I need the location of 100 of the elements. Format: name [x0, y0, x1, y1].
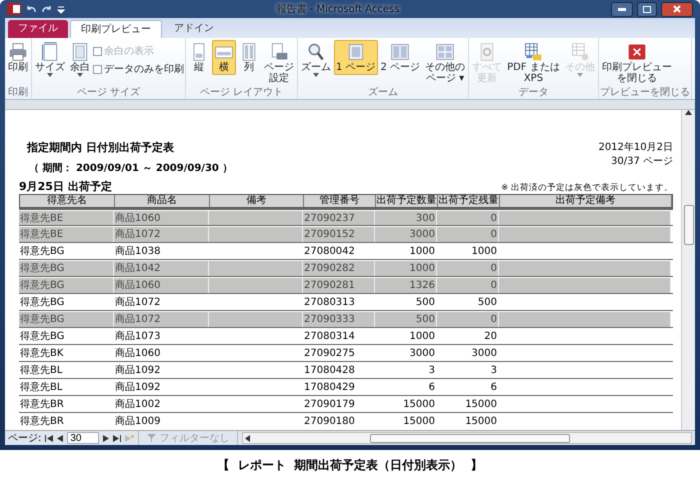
- table-cell-text: 得意先BR: [19, 414, 65, 429]
- ribbon-button[interactable]: 縦: [187, 40, 211, 75]
- table-cell-text: 商品1002: [114, 398, 162, 412]
- scroll-thumb[interactable]: [684, 205, 694, 245]
- ribbon-button[interactable]: 余白: [68, 40, 92, 79]
- ribbon-button[interactable]: 列: [237, 40, 261, 75]
- table-cell: 得意先BG: [19, 312, 114, 327]
- scroll-thumb[interactable]: [370, 434, 570, 442]
- table-cell: 商品1060: [114, 278, 209, 293]
- report-date: 2012年10月2日: [598, 141, 673, 154]
- table-cell: 27090282: [303, 261, 375, 276]
- legend-note: ※ 出荷済の予定は灰色で表示しています。: [501, 182, 673, 194]
- table-cell-text: 15000: [464, 398, 498, 412]
- column-header: 管理番号: [304, 195, 376, 207]
- table-cell-text: 1000: [408, 245, 436, 259]
- scroll-left-icon[interactable]: [245, 434, 250, 442]
- ribbon-button[interactable]: 1 ページ: [334, 40, 378, 75]
- close-button[interactable]: [661, 2, 693, 16]
- ribbon-button[interactable]: 2 ページ: [378, 40, 422, 75]
- next-page-icon[interactable]: [103, 434, 110, 442]
- table-cell-text: 27080042: [303, 245, 356, 259]
- table-cell: 500: [375, 312, 437, 327]
- table-cell-text: 商品1072: [114, 296, 162, 310]
- last-page-icon[interactable]: [113, 434, 122, 442]
- redo-icon[interactable]: [41, 4, 53, 14]
- table-cell-text: 27090179: [303, 398, 356, 412]
- table-cell-text: 15000: [402, 398, 436, 412]
- table-cell-text: 20: [483, 330, 498, 344]
- ribbon-button[interactable]: ページ 設定: [262, 40, 296, 86]
- table-cell-text: 15000: [464, 415, 498, 429]
- page-size-icon: [40, 42, 60, 62]
- filter-icon: [147, 434, 158, 442]
- first-page-icon[interactable]: [45, 434, 54, 442]
- table-cell-text: 27080313: [303, 296, 356, 310]
- table-cell: 27090152: [303, 227, 375, 242]
- close-icon: [673, 5, 681, 13]
- undo-icon[interactable]: [25, 4, 37, 14]
- maximize-button[interactable]: [637, 2, 657, 16]
- page-label: ページ:: [8, 432, 42, 445]
- table-cell-text: 商品1073: [114, 330, 162, 344]
- ribbon-button[interactable]: 印刷: [6, 40, 30, 75]
- ribbon-tab[interactable]: アドイン: [164, 20, 224, 38]
- table-cell-text: 3000: [470, 347, 498, 361]
- ribbon-button[interactable]: ズーム: [299, 40, 333, 79]
- table-cell: 300: [375, 211, 437, 226]
- ribbon-tab[interactable]: 印刷プレビュー: [70, 20, 162, 38]
- table-cell-text: 得意先BK: [19, 346, 64, 361]
- close-icon: [626, 42, 647, 62]
- ribbon-button[interactable]: PDF または XPS: [505, 40, 562, 86]
- table-cell: 27090281: [303, 278, 375, 293]
- table-cell: 0: [437, 211, 499, 226]
- printer-icon: [8, 42, 28, 62]
- table-cell-text: 6: [490, 381, 498, 395]
- customize-toolbar-icon[interactable]: [57, 4, 65, 14]
- export-table-icon: [523, 42, 544, 62]
- vertical-scrollbar[interactable]: [681, 110, 695, 430]
- section-heading: 9月25日 出荷予定: [19, 179, 112, 194]
- new-record-icon: [125, 434, 134, 442]
- table-database-icon: [570, 42, 590, 62]
- report-period: （ 期間： 2009/09/01 ～ 2009/09/30 ）: [28, 162, 232, 175]
- group-label: データ: [517, 87, 550, 99]
- checkbox[interactable]: データのみを印刷: [93, 62, 184, 76]
- group-label: ズーム: [367, 87, 400, 99]
- table-cell-text: 得意先BG: [19, 244, 66, 259]
- table-cell: 得意先BE: [19, 211, 114, 226]
- minimize-button[interactable]: [611, 2, 633, 16]
- table-cell-text: 商品1038: [114, 244, 162, 259]
- previous-page-icon[interactable]: [57, 434, 64, 442]
- ribbon-button[interactable]: 横: [212, 40, 236, 75]
- page-margins-icon: [70, 42, 90, 62]
- table-cell: 商品1072: [114, 227, 209, 242]
- table-cell: 27090333: [303, 312, 375, 327]
- window-title: 報告書 - Microsoft Access: [276, 2, 400, 16]
- column-header: 出荷予定備考: [500, 195, 672, 207]
- table-cell-text: 1000: [408, 330, 436, 344]
- table-cell: 1326: [375, 278, 437, 293]
- caption: 【 レポート 期間出荷予定表（日付別表示） 】: [216, 457, 484, 474]
- table-cell: 3000: [375, 227, 437, 242]
- ribbon-button[interactable]: その他の ページ ▾: [423, 40, 468, 86]
- table-cell-text: 500: [414, 296, 436, 310]
- table-cell-text: 17080429: [303, 381, 356, 395]
- table-cell: 商品1072: [114, 312, 209, 327]
- table-cell-text: 15000: [402, 415, 436, 429]
- table-cell-text: 27080314: [303, 330, 356, 344]
- ribbon-button[interactable]: 印刷プレビュー を閉じる: [600, 40, 674, 86]
- table-cell-text: 3: [490, 364, 498, 378]
- table-cell-text: 得意先BG: [19, 330, 66, 344]
- file-tab[interactable]: ファイル: [8, 20, 68, 38]
- table-cell-text: 500: [476, 296, 498, 310]
- table-cell: 商品1042: [114, 261, 209, 276]
- table-cell-text: 6: [428, 381, 436, 395]
- table-cell-text: 得意先BL: [19, 364, 64, 378]
- two-pages-icon: [390, 42, 410, 62]
- table-cell-text: 3: [428, 364, 436, 378]
- page-number-field[interactable]: 30: [67, 432, 100, 444]
- column-header: 得意先名: [20, 195, 115, 207]
- ribbon-button[interactable]: サイズ: [33, 40, 67, 79]
- horizontal-scrollbar[interactable]: [242, 432, 692, 444]
- app-icon: [7, 3, 21, 15]
- report-title: 指定期間内 日付別出荷予定表: [26, 140, 175, 155]
